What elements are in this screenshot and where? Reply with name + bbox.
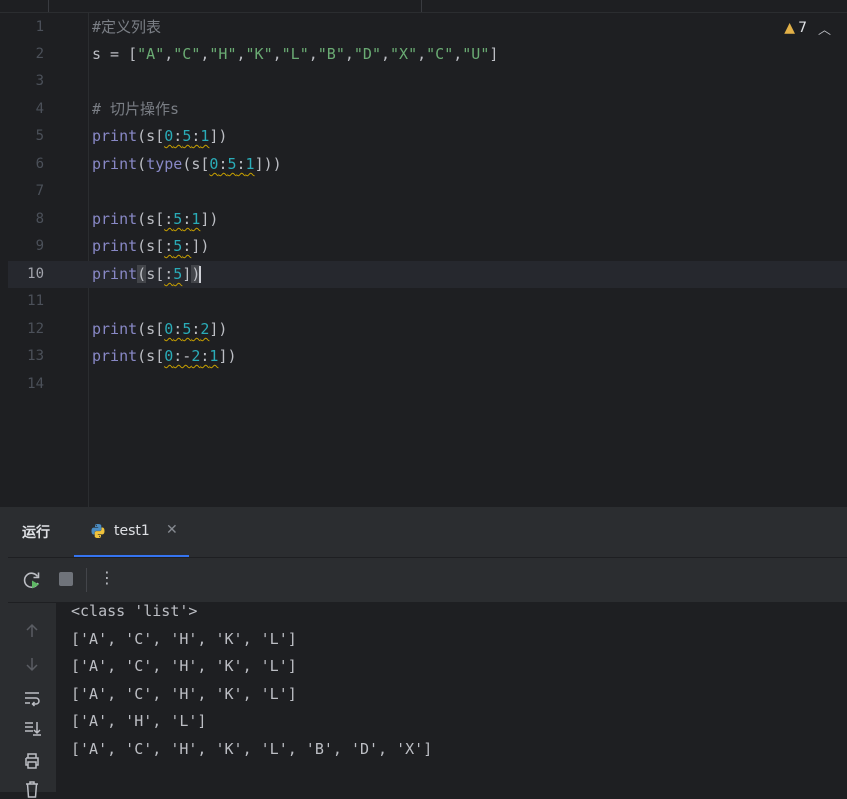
- code-text: print(s[:5:]): [92, 237, 210, 255]
- line-number: 5: [35, 128, 44, 144]
- line-number: 4: [35, 101, 44, 117]
- line-number: 14: [27, 376, 44, 392]
- code-text: print(s[0:5:1]): [92, 127, 228, 145]
- rerun-icon[interactable]: [22, 570, 42, 590]
- code-line[interactable]: 8 print(s[:5:1]): [8, 206, 847, 233]
- code-line[interactable]: 9 print(s[:5:]): [8, 233, 847, 260]
- code-line[interactable]: 5 print(s[0:5:1]): [8, 123, 847, 150]
- active-tab-indicator: [74, 555, 189, 557]
- code-line[interactable]: 12 print(s[0:5:2]): [8, 316, 847, 343]
- code-line[interactable]: 6 print(type(s[0:5:1])): [8, 151, 847, 178]
- python-icon: [91, 524, 105, 538]
- output-line: <class 'list'>: [71, 602, 198, 620]
- code-line[interactable]: 11: [8, 288, 847, 315]
- code-line[interactable]: 13 print(s[0:-2:1]): [8, 343, 847, 370]
- code-line[interactable]: 14: [8, 371, 847, 398]
- trash-icon[interactable]: [22, 779, 42, 799]
- run-tab-bar: 运行 test1 ✕: [8, 507, 847, 558]
- top-strip-divider: [421, 0, 422, 12]
- line-number: 12: [27, 321, 44, 337]
- run-toolbar: ⋮: [8, 558, 847, 603]
- line-number: 6: [35, 156, 44, 172]
- code-line[interactable]: 4 # 切片操作s: [8, 96, 847, 123]
- line-number: 9: [35, 238, 44, 254]
- arrow-up-icon[interactable]: [22, 621, 42, 641]
- tab-test1[interactable]: test1 ✕: [74, 507, 189, 557]
- line-number: 10: [27, 266, 44, 282]
- code-line[interactable]: 1 #定义列表: [8, 14, 847, 41]
- soft-wrap-icon[interactable]: [22, 688, 42, 708]
- run-window-title: 运行: [22, 525, 50, 541]
- code-comment: #定义列表: [92, 18, 162, 36]
- editor-top-strip: [0, 0, 847, 13]
- code-text: s = ["A","C","H","K","L","B","D","X","C"…: [92, 45, 499, 63]
- line-number: 3: [35, 73, 44, 89]
- line-number: 8: [35, 211, 44, 227]
- code-comment: # 切片操作s: [92, 100, 180, 118]
- tab-label: test1: [114, 523, 150, 539]
- code-line[interactable]: 2 s = ["A","C","H","K","L","B","D","X","…: [8, 41, 847, 68]
- code-text: print(s[:5]): [92, 265, 202, 283]
- code-line-current[interactable]: 10 print(s[:5]): [8, 261, 847, 288]
- code-editor[interactable]: ▲ 7 ︿ 1 #定义列表 2 s = ["A","C","H","K","L"…: [0, 0, 847, 507]
- stop-icon[interactable]: [59, 572, 73, 586]
- line-number: 13: [27, 348, 44, 364]
- output-line: ['A', 'C', 'H', 'K', 'L', 'B', 'D', 'X']: [71, 740, 433, 758]
- console-side-toolbar: [8, 603, 56, 798]
- run-tool-window: 运行 test1 ✕ ⋮ <class 'list'> ['A', 'C', '…: [0, 507, 847, 798]
- toolbar-divider: [86, 568, 87, 592]
- text-caret: [199, 266, 202, 283]
- output-line: ['A', 'C', 'H', 'K', 'L']: [71, 630, 297, 648]
- line-number: 7: [35, 183, 44, 199]
- code-text: print(s[:5:1]): [92, 210, 219, 228]
- output-line: ['A', 'C', 'H', 'K', 'L']: [71, 685, 297, 703]
- scroll-to-end-icon[interactable]: [22, 718, 42, 738]
- code-text: print(s[0:-2:1]): [92, 347, 237, 365]
- code-text: print(type(s[0:5:1])): [92, 155, 282, 173]
- print-icon[interactable]: [22, 751, 42, 771]
- code-line[interactable]: 7: [8, 178, 847, 205]
- output-line: ['A', 'C', 'H', 'K', 'L']: [71, 657, 297, 675]
- more-options-icon[interactable]: ⋮: [99, 568, 115, 587]
- line-number: 1: [35, 19, 44, 35]
- top-strip-divider: [48, 0, 49, 12]
- code-line[interactable]: 3: [8, 68, 847, 95]
- code-text: print(s[0:5:2]): [92, 320, 228, 338]
- console-output[interactable]: <class 'list'> ['A', 'C', 'H', 'K', 'L']…: [56, 602, 847, 792]
- line-number: 2: [35, 46, 44, 62]
- close-icon[interactable]: ✕: [166, 522, 178, 538]
- line-number: 11: [27, 293, 44, 309]
- output-line: ['A', 'H', 'L']: [71, 712, 207, 730]
- arrow-down-icon[interactable]: [22, 654, 42, 674]
